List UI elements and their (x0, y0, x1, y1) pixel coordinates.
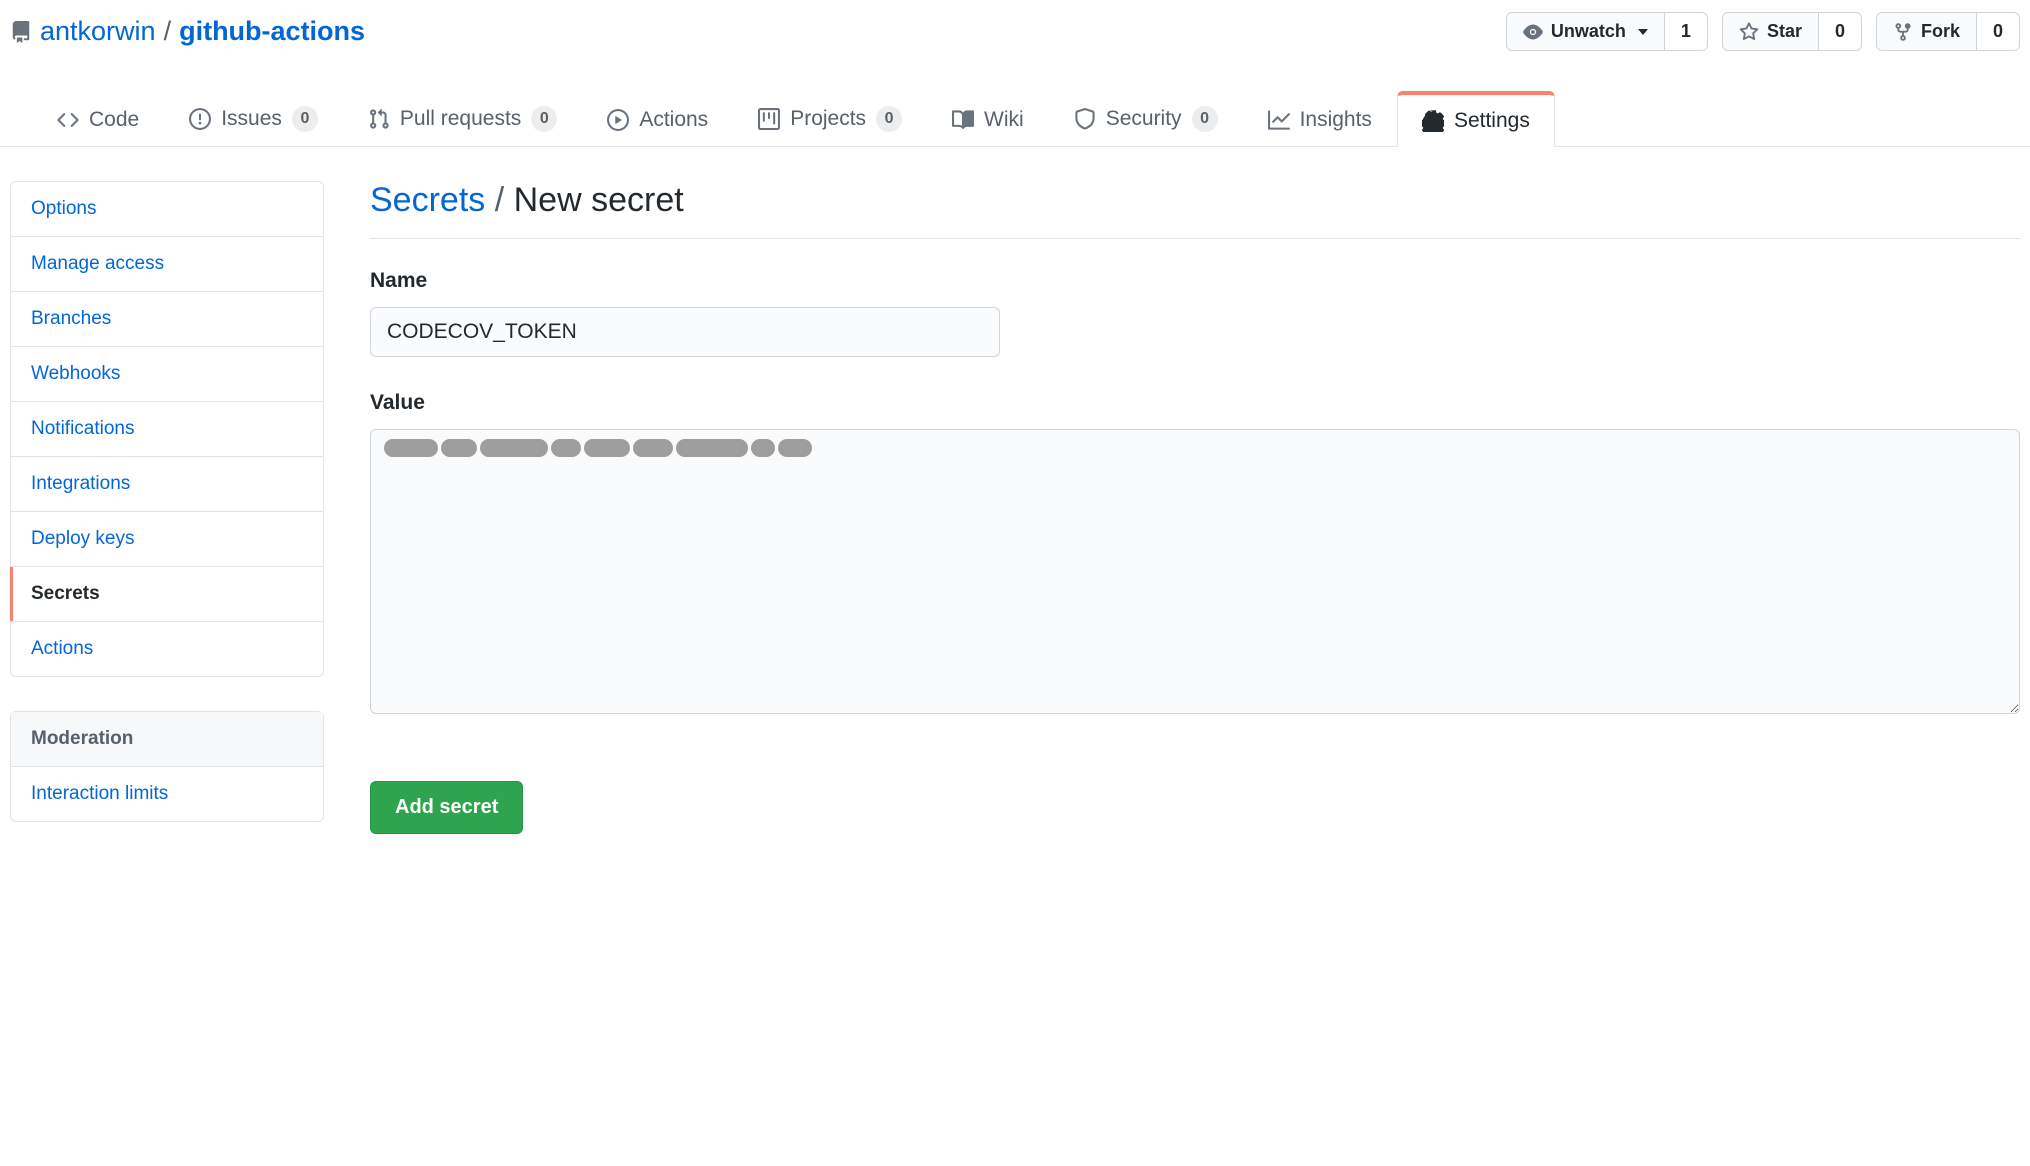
repo-link[interactable]: github-actions (179, 16, 365, 47)
fork-label: Fork (1921, 21, 1960, 42)
book-icon (952, 109, 974, 131)
tab-settings[interactable]: Settings (1397, 91, 1555, 147)
unwatch-button[interactable]: Unwatch (1506, 12, 1665, 51)
unwatch-label: Unwatch (1551, 21, 1626, 42)
tab-actions[interactable]: Actions (582, 93, 733, 146)
sidebar-item-deploy-keys[interactable]: Deploy keys (11, 512, 323, 567)
fork-group: Fork 0 (1876, 12, 2020, 51)
star-group: Star 0 (1722, 12, 1862, 51)
fork-icon (1893, 22, 1913, 42)
value-label: Value (370, 391, 2020, 415)
gear-icon (1422, 110, 1444, 132)
fork-button[interactable]: Fork (1876, 12, 1977, 51)
redacted-value-overlay (384, 439, 812, 457)
sidebar-heading-moderation: Moderation (11, 712, 323, 767)
tab-code[interactable]: Code (32, 93, 164, 146)
pr-count: 0 (531, 106, 557, 132)
tab-settings-label: Settings (1454, 109, 1530, 133)
settings-sidebar: Options Manage access Branches Webhooks … (10, 181, 324, 856)
tab-security[interactable]: Security 0 (1049, 91, 1243, 146)
add-secret-button[interactable]: Add secret (370, 781, 523, 834)
forks-count[interactable]: 0 (1977, 12, 2020, 51)
pull-request-icon (368, 108, 390, 130)
tab-pull-requests[interactable]: Pull requests 0 (343, 91, 582, 146)
sidebar-item-branches[interactable]: Branches (11, 292, 323, 347)
security-count: 0 (1192, 106, 1218, 132)
play-icon (607, 109, 629, 131)
sidebar-item-manage-access[interactable]: Manage access (11, 237, 323, 292)
secret-value-textarea[interactable] (370, 429, 2020, 714)
main-content: Secrets / New secret Name Value Add secr… (370, 181, 2020, 856)
star-icon (1739, 22, 1759, 42)
graph-icon (1268, 109, 1290, 131)
issues-count: 0 (292, 106, 318, 132)
project-icon (758, 108, 780, 130)
projects-count: 0 (876, 106, 902, 132)
repo-tabs: Code Issues 0 Pull requests 0 Actions Pr… (0, 91, 2030, 147)
issue-icon (189, 108, 211, 130)
repo-icon (10, 21, 32, 43)
sidebar-item-integrations[interactable]: Integrations (11, 457, 323, 512)
sidebar-item-secrets[interactable]: Secrets (11, 567, 323, 622)
sidebar-item-webhooks[interactable]: Webhooks (11, 347, 323, 402)
tab-issues-label: Issues (221, 107, 282, 131)
breadcrumb-separator: / (164, 16, 172, 47)
breadcrumb-sep: / (495, 181, 504, 219)
star-label: Star (1767, 21, 1802, 42)
sidebar-item-notifications[interactable]: Notifications (11, 402, 323, 457)
star-button[interactable]: Star (1722, 12, 1819, 51)
sidebar-item-actions[interactable]: Actions (11, 622, 323, 676)
watchers-count[interactable]: 1 (1665, 12, 1708, 51)
breadcrumb-current: New secret (514, 181, 684, 219)
shield-icon (1074, 108, 1096, 130)
tab-security-label: Security (1106, 107, 1182, 131)
secret-name-input[interactable] (370, 307, 1000, 357)
sidebar-item-options[interactable]: Options (11, 182, 323, 237)
tab-wiki[interactable]: Wiki (927, 93, 1049, 146)
tab-projects-label: Projects (790, 107, 866, 131)
breadcrumb-secrets-link[interactable]: Secrets (370, 181, 485, 219)
tab-actions-label: Actions (639, 108, 708, 132)
tab-code-label: Code (89, 108, 139, 132)
repo-breadcrumb: antkorwin / github-actions (10, 16, 365, 47)
sidebar-item-interaction-limits[interactable]: Interaction limits (11, 767, 323, 821)
eye-icon (1523, 22, 1543, 42)
tab-wiki-label: Wiki (984, 108, 1024, 132)
page-title: Secrets / New secret (370, 181, 2020, 239)
tab-insights-label: Insights (1300, 108, 1372, 132)
owner-link[interactable]: antkorwin (40, 16, 156, 47)
tab-insights[interactable]: Insights (1243, 93, 1397, 146)
name-label: Name (370, 269, 2020, 293)
code-icon (57, 109, 79, 131)
watch-group: Unwatch 1 (1506, 12, 1708, 51)
tab-issues[interactable]: Issues 0 (164, 91, 343, 146)
caret-down-icon (1638, 29, 1648, 35)
stars-count[interactable]: 0 (1819, 12, 1862, 51)
tab-projects[interactable]: Projects 0 (733, 91, 927, 146)
tab-pr-label: Pull requests (400, 107, 521, 131)
